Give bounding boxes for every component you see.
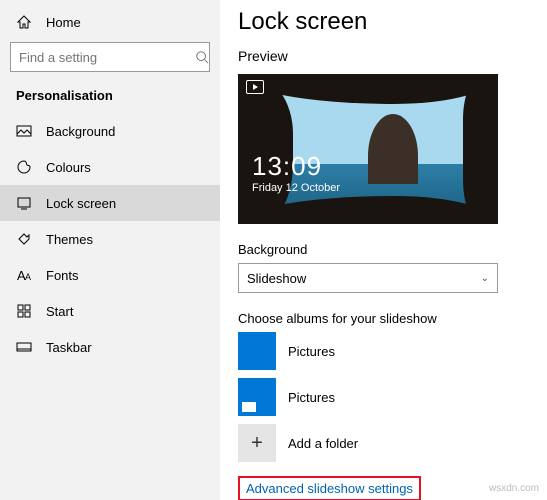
sidebar-item-background[interactable]: Background bbox=[0, 113, 220, 149]
album-item[interactable]: Pictures bbox=[238, 378, 529, 416]
album-item[interactable]: Pictures bbox=[238, 332, 529, 370]
album-label: Pictures bbox=[288, 344, 335, 359]
themes-icon bbox=[16, 231, 32, 247]
page-title: Lock screen bbox=[238, 8, 529, 36]
preview-clock: 13:09 Friday 12 October bbox=[252, 151, 340, 194]
folder-tile-icon bbox=[238, 378, 276, 416]
lock-screen-preview: 13:09 Friday 12 October bbox=[238, 74, 498, 224]
palette-icon bbox=[16, 159, 32, 175]
clock-date: Friday 12 October bbox=[252, 182, 340, 194]
highlight-box: Advanced slideshow settings bbox=[238, 476, 421, 500]
sidebar-item-fonts[interactable]: AA Fonts bbox=[0, 257, 220, 293]
home-button[interactable]: Home bbox=[0, 8, 220, 36]
svg-text:A: A bbox=[25, 272, 31, 282]
home-icon bbox=[16, 14, 32, 30]
clock-time: 13:09 bbox=[252, 151, 340, 182]
sidebar-item-themes[interactable]: Themes bbox=[0, 221, 220, 257]
album-label: Pictures bbox=[288, 390, 335, 405]
add-folder-button[interactable]: + Add a folder bbox=[238, 424, 529, 462]
add-folder-label: Add a folder bbox=[288, 436, 358, 451]
fonts-icon: AA bbox=[16, 267, 32, 283]
advanced-slideshow-link[interactable]: Advanced slideshow settings bbox=[246, 481, 413, 496]
advanced-link-row: Advanced slideshow settings bbox=[238, 476, 529, 500]
watermark: wsxdn.com bbox=[489, 483, 539, 494]
sidebar-item-colours[interactable]: Colours bbox=[0, 149, 220, 185]
sidebar-item-start[interactable]: Start bbox=[0, 293, 220, 329]
background-select[interactable]: Slideshow ⌄ bbox=[238, 263, 498, 293]
sidebar-item-label: Colours bbox=[46, 160, 91, 175]
background-label: Background bbox=[238, 242, 529, 257]
main-content: Lock screen Preview 13:09 Friday 12 Octo… bbox=[220, 0, 547, 500]
start-icon bbox=[16, 303, 32, 319]
search-input[interactable] bbox=[19, 50, 195, 65]
picture-icon bbox=[16, 123, 32, 139]
home-label: Home bbox=[46, 15, 81, 30]
sidebar-item-lock-screen[interactable]: Lock screen bbox=[0, 185, 220, 221]
background-value: Slideshow bbox=[247, 271, 306, 286]
folder-tile-icon bbox=[238, 332, 276, 370]
sidebar-item-taskbar[interactable]: Taskbar bbox=[0, 329, 220, 365]
sidebar-item-label: Themes bbox=[46, 232, 93, 247]
plus-icon: + bbox=[238, 424, 276, 462]
search-input-wrap[interactable] bbox=[10, 42, 210, 72]
search-icon bbox=[195, 50, 209, 64]
albums-label: Choose albums for your slideshow bbox=[238, 311, 529, 326]
search-container bbox=[0, 36, 220, 82]
chevron-down-icon: ⌄ bbox=[481, 273, 489, 284]
lock-screen-icon bbox=[16, 195, 32, 211]
sidebar-item-label: Lock screen bbox=[46, 196, 116, 211]
slideshow-icon bbox=[246, 80, 264, 94]
taskbar-icon bbox=[16, 339, 32, 355]
sidebar-item-label: Taskbar bbox=[46, 340, 92, 355]
sidebar-item-label: Background bbox=[46, 124, 115, 139]
sidebar-item-label: Start bbox=[46, 304, 73, 319]
sidebar: Home Personalisation Background Colours … bbox=[0, 0, 220, 500]
preview-image bbox=[238, 74, 498, 224]
section-title: Personalisation bbox=[0, 82, 220, 113]
preview-label: Preview bbox=[238, 48, 529, 64]
sidebar-item-label: Fonts bbox=[46, 268, 79, 283]
